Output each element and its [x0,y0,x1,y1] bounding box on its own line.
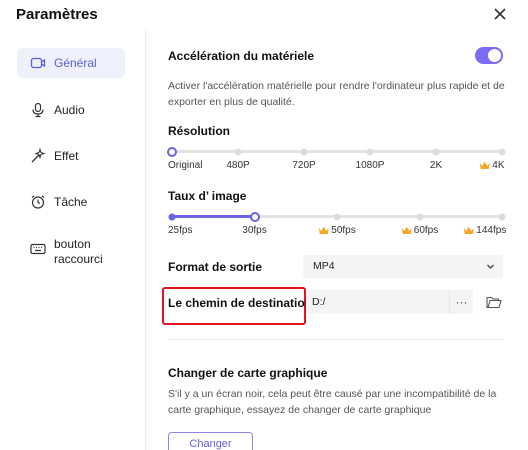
framerate-stop[interactable] [416,213,423,220]
chevron-down-icon [487,264,494,269]
microphone-icon [32,102,44,118]
sidebar-item-label: Tâche [54,194,88,209]
resolution-option-label[interactable]: 1080P [356,160,385,171]
sparkle-icon [31,148,46,163]
resolution-option-label[interactable]: Original [168,160,202,171]
resolution-option-text: 1080P [355,160,385,171]
sidebar-item-tache[interactable]: Tâche [17,187,125,217]
resolution-option-text: 2K [429,160,443,171]
framerate-stop[interactable] [333,213,341,220]
framerate-option-text: 25fps [168,225,193,236]
sidebar-item-label: Effet [54,148,79,163]
hardware-acceleration-description: Activer l'accélération matérielle pour r… [168,80,505,108]
sidebar-item-general[interactable]: Général [17,48,125,78]
folder-open-icon[interactable] [486,295,502,309]
framerate-option-label[interactable]: 144fps [463,225,506,236]
framerate-stop[interactable] [498,213,506,220]
keyboard-icon [30,243,46,255]
framerate-option-label[interactable]: 60fps [401,225,438,236]
change-graphics-card-button[interactable]: Changer [168,432,253,450]
premium-crown-icon [463,226,474,234]
resolution-title: Résolution [168,124,230,138]
premium-crown-icon [318,226,329,234]
resolution-option-label[interactable]: 2K [430,160,442,171]
toggle-knob [488,49,501,62]
sidebar-item-effet[interactable]: Effet [17,141,125,171]
framerate-option-label[interactable]: 25fps [168,225,192,236]
destination-path-field[interactable]: D:/ [306,290,472,314]
close-icon[interactable] [489,3,511,25]
framerate-track-fill [172,215,255,218]
output-format-value: MP4 [313,260,335,272]
resolution-option-text: 4K [492,160,505,171]
resolution-option-label[interactable]: 720P [292,160,315,171]
browse-more-button[interactable]: ··· [449,290,473,314]
resolution-stop[interactable] [432,148,440,155]
resolution-option-text: 720P [292,160,316,171]
framerate-option-text: 50fps [331,225,356,236]
resolution-option-label[interactable]: 4K [479,160,505,171]
sidebar-item-audio[interactable]: Audio [17,95,125,125]
resolution-stop[interactable] [300,148,308,155]
framerate-title: Taux d’ image [168,189,247,203]
premium-crown-icon [401,226,412,234]
resolution-slider-handle[interactable] [167,146,177,157]
framerate-option-text: 30fps [242,225,267,236]
video-camera-icon [30,57,46,69]
resolution-option-text: Original [168,160,203,171]
settings-panel: Accélération du matériele Activer l'accé… [146,30,528,450]
framerate-stop[interactable] [168,213,176,220]
sidebar-item-shortcut[interactable]: bouton raccourci [17,233,125,271]
output-format-title: Format de sortie [168,260,263,274]
framerate-option-label[interactable]: 30fps [242,225,266,236]
title-bar: Paramètres [0,0,528,30]
resolution-stop[interactable] [234,148,242,155]
graphics-card-description: S'il y a un écran noir, cela peut être c… [168,388,497,416]
resolution-track [172,150,502,153]
resolution-stop[interactable] [498,148,506,155]
alarm-clock-icon [31,195,45,209]
resolution-option-text: 480P [226,160,250,171]
sidebar-item-label: Général [54,55,97,70]
framerate-option-label[interactable]: 50fps [318,225,356,236]
premium-crown-icon [479,161,490,169]
hardware-acceleration-toggle[interactable] [475,47,503,64]
framerate-option-text: 60fps [413,225,439,236]
destination-path-value: D:/ [312,296,326,308]
resolution-option-label[interactable]: 480P [226,160,249,171]
sidebar-item-label: Audio [54,102,85,117]
destination-title: Le chemin de destination [168,296,313,310]
section-divider [168,339,504,340]
output-format-select[interactable]: MP4 [303,255,503,278]
window-title: Paramètres [16,6,98,23]
resolution-stop[interactable] [366,148,374,155]
sidebar: Général Audio Effet Tâche bouton raccour… [0,30,145,450]
framerate-slider-handle[interactable] [249,211,260,222]
graphics-card-title: Changer de carte graphique [168,366,328,380]
framerate-option-text: 144fps [476,225,507,236]
hardware-acceleration-title: Accélération du matériele [168,49,315,63]
sidebar-item-label: bouton raccourci [54,237,103,266]
